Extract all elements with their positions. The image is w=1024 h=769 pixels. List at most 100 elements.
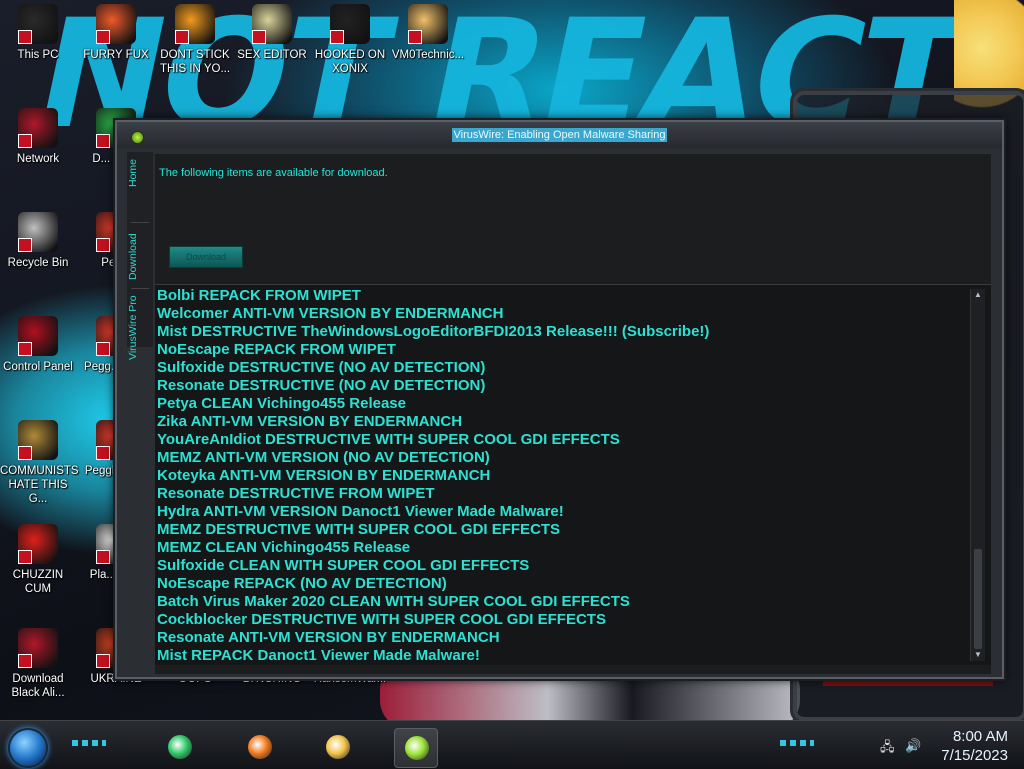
taskbar: [0, 720, 1024, 769]
download-list-item[interactable]: Zika ANTI-VM VERSION BY ENDERMANCH: [157, 413, 967, 431]
desktop-icon[interactable]: CHUZZIN CUM: [0, 524, 76, 596]
taskbar-button[interactable]: [394, 728, 438, 768]
volume-icon[interactable]: 🔊: [905, 738, 921, 754]
taskbar-clock[interactable]: 8:00 AM 7/15/2023: [941, 727, 1008, 765]
desktop-icon[interactable]: Network: [0, 108, 76, 166]
download-list-item[interactable]: Resonate DESTRUCTIVE FROM WIPET: [157, 485, 967, 503]
shortcut-icon: [18, 524, 58, 564]
desktop-icon[interactable]: This PC: [0, 4, 76, 62]
desktop-icon-label: HOOKED ON XONIX: [314, 49, 386, 75]
shortcut-icon: [18, 108, 58, 148]
download-panel: The following items are available for do…: [155, 154, 991, 674]
taskbar-button[interactable]: [238, 728, 280, 766]
shortcut-arrow-icon: [18, 134, 32, 148]
download-list-item[interactable]: Welcomer ANTI-VM VERSION BY ENDERMANCH: [157, 305, 967, 323]
download-list-item[interactable]: Mist DESTRUCTIVE TheWindowsLogoEditorBFD…: [157, 323, 967, 341]
window-titlebar[interactable]: VirusWire: Enabling Open Malware Sharing: [117, 122, 1002, 148]
shortcut-arrow-icon: [96, 550, 110, 564]
download-list-item[interactable]: MEMZ ANTI-VM VERSION (NO AV DETECTION): [157, 449, 967, 467]
download-list-item[interactable]: Mist REPACK Danoct1 Viewer Made Malware!: [157, 647, 967, 665]
scroll-down-icon[interactable]: ▼: [971, 649, 985, 661]
shortcut-arrow-icon: [330, 30, 344, 44]
shortcut-arrow-icon: [252, 30, 266, 44]
shortcut-arrow-icon: [96, 654, 110, 668]
start-button[interactable]: [8, 728, 48, 768]
download-list: Bolbi REPACK FROM WIPET Welcomer ANTI-VM …: [157, 287, 967, 665]
desktop-icon[interactable]: Control Panel: [0, 316, 76, 374]
taskbar-decoration: [780, 740, 814, 746]
viruswire-app-icon: [405, 736, 429, 760]
window-title: VirusWire: Enabling Open Malware Sharing: [451, 128, 668, 142]
tab-home[interactable]: Home: [127, 154, 153, 192]
tab-download[interactable]: Download: [127, 230, 153, 284]
shortcut-arrow-icon: [96, 30, 110, 44]
shortcut-arrow-icon: [18, 342, 32, 356]
firefox-icon: [248, 735, 272, 759]
file-explorer-icon: [326, 735, 350, 759]
download-list-item[interactable]: Sulfoxide DESTRUCTIVE (NO AV DETECTION): [157, 359, 967, 377]
desktop-icon-label: Network: [16, 153, 60, 165]
download-list-item[interactable]: Cockblocker DESTRUCTIVE WITH SUPER COOL …: [157, 611, 967, 629]
shortcut-icon: [18, 4, 58, 44]
tab-viruswire-pro[interactable]: VirusWire Pro: [127, 290, 153, 365]
shortcut-arrow-icon: [175, 30, 189, 44]
clock-time: 8:00 AM: [952, 728, 1008, 745]
notes-app-icon: [168, 735, 192, 759]
scroll-up-icon[interactable]: ▲: [971, 289, 985, 301]
desktop-icon-label: Download Black Ali...: [11, 673, 65, 699]
taskbar-decoration: [72, 740, 106, 746]
shortcut-icon: [408, 4, 448, 44]
desktop-icon[interactable]: Download Black Ali...: [0, 628, 76, 700]
shortcut-arrow-icon: [96, 446, 110, 460]
download-list-item[interactable]: Sulfoxide CLEAN WITH SUPER COOL GDI EFFE…: [157, 557, 967, 575]
download-list-item[interactable]: Koteyka ANTI-VM VERSION BY ENDERMANCH: [157, 467, 967, 485]
download-list-item[interactable]: YouAreAnIdiot DESTRUCTIVE WITH SUPER COO…: [157, 431, 967, 449]
desktop-icon-label: DONT STICK THIS IN YO...: [159, 49, 231, 75]
desktop-icon[interactable]: FURRY FUX: [78, 4, 154, 62]
shortcut-arrow-icon: [18, 654, 32, 668]
tab-divider: [131, 222, 149, 223]
desktop-icon-label: CHUZZIN CUM: [12, 569, 64, 595]
shortcut-icon: [252, 4, 292, 44]
desktop-icon[interactable]: Recycle Bin: [0, 212, 76, 270]
download-list-item[interactable]: Hydra ANTI-VM VERSION Danoct1 Viewer Mad…: [157, 503, 967, 521]
download-list-item[interactable]: Batch Virus Maker 2020 CLEAN WITH SUPER …: [157, 593, 967, 611]
shortcut-icon: [18, 212, 58, 252]
shortcut-arrow-icon: [96, 342, 110, 356]
shortcut-icon: [18, 628, 58, 668]
shortcut-arrow-icon: [18, 30, 32, 44]
desktop-icon[interactable]: HOOKED ON XONIX: [312, 4, 388, 76]
shortcut-icon: [175, 4, 215, 44]
download-list-item[interactable]: MEMZ CLEAN Vichingo455 Release: [157, 539, 967, 557]
taskbar-button[interactable]: [316, 728, 358, 766]
desktop-icon-label: COMMUNISTS HATE THIS G...: [0, 465, 79, 505]
download-list-item[interactable]: MEMZ DESTRUCTIVE WITH SUPER COOL GDI EFF…: [157, 521, 967, 539]
desktop-icon[interactable]: COMMUNISTS HATE THIS G...: [0, 420, 79, 506]
shortcut-icon: [96, 4, 136, 44]
scroll-thumb[interactable]: [974, 549, 982, 649]
desktop-icon-label: This PC: [17, 49, 59, 61]
taskbar-button[interactable]: [158, 728, 200, 766]
download-list-box[interactable]: Bolbi REPACK FROM WIPET Welcomer ANTI-VM …: [155, 284, 991, 665]
shortcut-arrow-icon: [18, 238, 32, 252]
shortcut-icon: [330, 4, 370, 44]
download-button[interactable]: Download: [169, 246, 243, 268]
list-scrollbar[interactable]: ▲ ▼: [970, 289, 985, 661]
download-list-item[interactable]: Resonate DESTRUCTIVE (NO AV DETECTION): [157, 377, 967, 395]
network-icon[interactable]: 🖧: [880, 738, 895, 760]
download-list-item[interactable]: NoEscape REPACK FROM WIPET: [157, 341, 967, 359]
shortcut-arrow-icon: [96, 238, 110, 252]
desktop-icon-label: SEX EDITOR: [237, 49, 307, 61]
shortcut-arrow-icon: [408, 30, 422, 44]
desktop-icon-label: FURRY FUX: [83, 49, 149, 61]
desktop-icon[interactable]: SEX EDITOR: [234, 4, 310, 62]
download-list-item[interactable]: Bolbi REPACK FROM WIPET: [157, 287, 967, 305]
download-list-item[interactable]: Resonate ANTI-VM VERSION BY ENDERMANCH: [157, 629, 967, 647]
download-list-item[interactable]: NoEscape REPACK (NO AV DETECTION): [157, 575, 967, 593]
shortcut-arrow-icon: [18, 550, 32, 564]
shortcut-arrow-icon: [96, 134, 110, 148]
intro-text: The following items are available for do…: [159, 167, 388, 179]
download-list-item[interactable]: Petya CLEAN Vichingo455 Release: [157, 395, 967, 413]
desktop-icon[interactable]: VM0Technic...: [390, 4, 466, 62]
desktop-icon[interactable]: DONT STICK THIS IN YO...: [157, 4, 233, 76]
